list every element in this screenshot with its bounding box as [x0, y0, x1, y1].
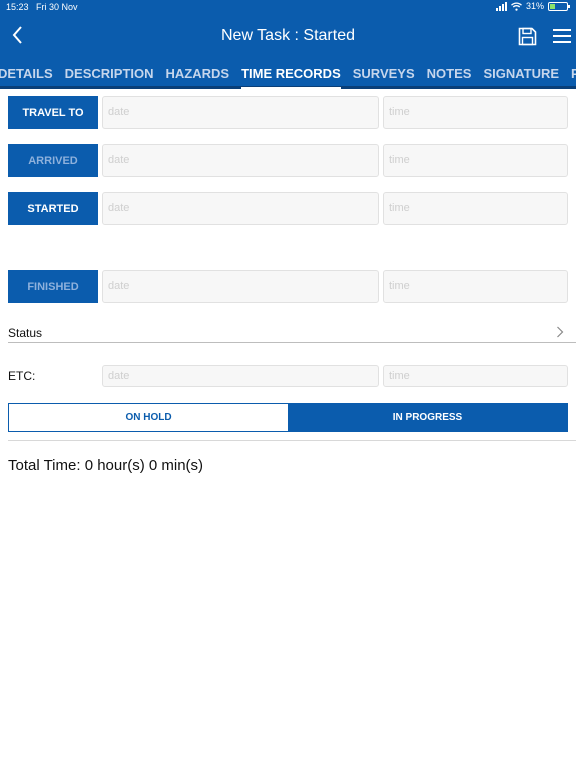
tab-pi[interactable]: PI [571, 58, 576, 89]
tab-row: DETAILS DESCRIPTION HAZARDS TIME RECORDS SUR… [0, 58, 576, 89]
save-icon[interactable] [518, 27, 537, 46]
total-time: Total Time: 0 hour(s) 0 min(s) [8, 457, 204, 474]
etc-date-field[interactable]: date [102, 365, 379, 387]
arrived-time-field[interactable]: time [383, 144, 568, 177]
tab-time-records[interactable]: TIME RECORDS [241, 58, 341, 89]
arrived-button[interactable]: ARRIVED [8, 144, 98, 177]
travel-to-button[interactable]: TRAVEL TO [8, 96, 98, 129]
cellular-signal-icon [495, 1, 507, 11]
started-button[interactable]: STARTED [8, 192, 98, 225]
tab-details[interactable]: DETAILS [0, 58, 53, 89]
chevron-right-icon [557, 326, 564, 338]
etc-label: ETC: [8, 369, 36, 383]
status-time: 15:23 [6, 2, 29, 12]
battery-level [550, 3, 555, 9]
battery-percent: 31% [525, 1, 544, 11]
status-row[interactable]: Status [8, 323, 576, 343]
menu-icon[interactable] [553, 28, 571, 44]
page-title: New Task : Started [221, 27, 355, 44]
tab-signature[interactable]: SIGNATURE [483, 58, 559, 89]
in-progress-option[interactable]: IN PROGRESS [288, 404, 567, 431]
tab-notes[interactable]: NOTES [427, 58, 472, 89]
started-time-field[interactable]: time [383, 192, 568, 225]
tab-hazards[interactable]: HAZARDS [166, 58, 230, 89]
divider [8, 440, 576, 441]
finished-date-field[interactable]: date [102, 270, 379, 303]
on-hold-option[interactable]: ON HOLD [9, 404, 288, 431]
tab-description[interactable]: DESCRIPTION [65, 58, 154, 89]
status-right: 31% [495, 1, 570, 11]
task-state-segment: ON HOLD IN PROGRESS [8, 403, 568, 432]
nav-bar: New Task : Started [0, 16, 576, 58]
battery-icon [548, 1, 570, 11]
started-date-field[interactable]: date [102, 192, 379, 225]
travel-to-date-field[interactable]: date [102, 96, 379, 129]
arrived-date-field[interactable]: date [102, 144, 379, 177]
finished-time-field[interactable]: time [383, 270, 568, 303]
status-bar: 15:23 Fri 30 Nov 31% [0, 0, 576, 16]
finished-button[interactable]: FINISHED [8, 270, 98, 303]
tab-bar: DETAILS DESCRIPTION HAZARDS TIME RECORDS SUR… [0, 58, 576, 89]
wifi-icon [511, 1, 522, 11]
tab-surveys[interactable]: SURVEYS [353, 58, 415, 89]
status-label: Status [8, 326, 43, 340]
travel-to-time-field[interactable]: time [383, 96, 568, 129]
etc-time-field[interactable]: time [383, 365, 568, 387]
status-date: Fri 30 Nov [36, 2, 78, 12]
